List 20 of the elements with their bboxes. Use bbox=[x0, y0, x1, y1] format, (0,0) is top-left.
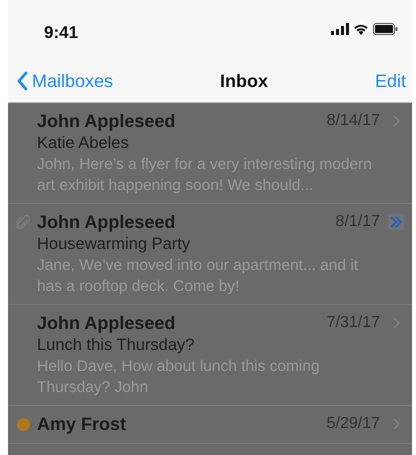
edit-button[interactable]: Edit bbox=[374, 68, 406, 94]
message-row[interactable]: Amy Frost 5/29/17 bbox=[8, 406, 412, 444]
wifi-icon bbox=[353, 23, 369, 35]
battery-icon bbox=[373, 23, 398, 35]
message-subject: Lunch this Thursday? bbox=[37, 335, 196, 356]
sender-name: John Appleseed bbox=[37, 211, 176, 234]
message-date: 5/29/17 bbox=[326, 414, 380, 434]
message-date: 8/14/17 bbox=[326, 111, 380, 131]
signal-icon bbox=[331, 23, 349, 35]
clock: 9:41 bbox=[44, 22, 78, 44]
sender-name: Amy Frost bbox=[37, 413, 128, 436]
message-date: 7/31/17 bbox=[326, 313, 380, 333]
message-date: 8/1/17 bbox=[336, 212, 380, 232]
back-button[interactable]: Mailboxes bbox=[16, 68, 114, 94]
message-subject: Housewarming Party bbox=[37, 234, 192, 255]
back-chevron-icon bbox=[16, 71, 28, 91]
message-subject: Katie Abeles bbox=[37, 133, 130, 154]
screen-title: Inbox bbox=[220, 70, 268, 92]
sender-name: John Appleseed bbox=[37, 312, 176, 335]
sender-name: John Appleseed bbox=[37, 110, 176, 133]
